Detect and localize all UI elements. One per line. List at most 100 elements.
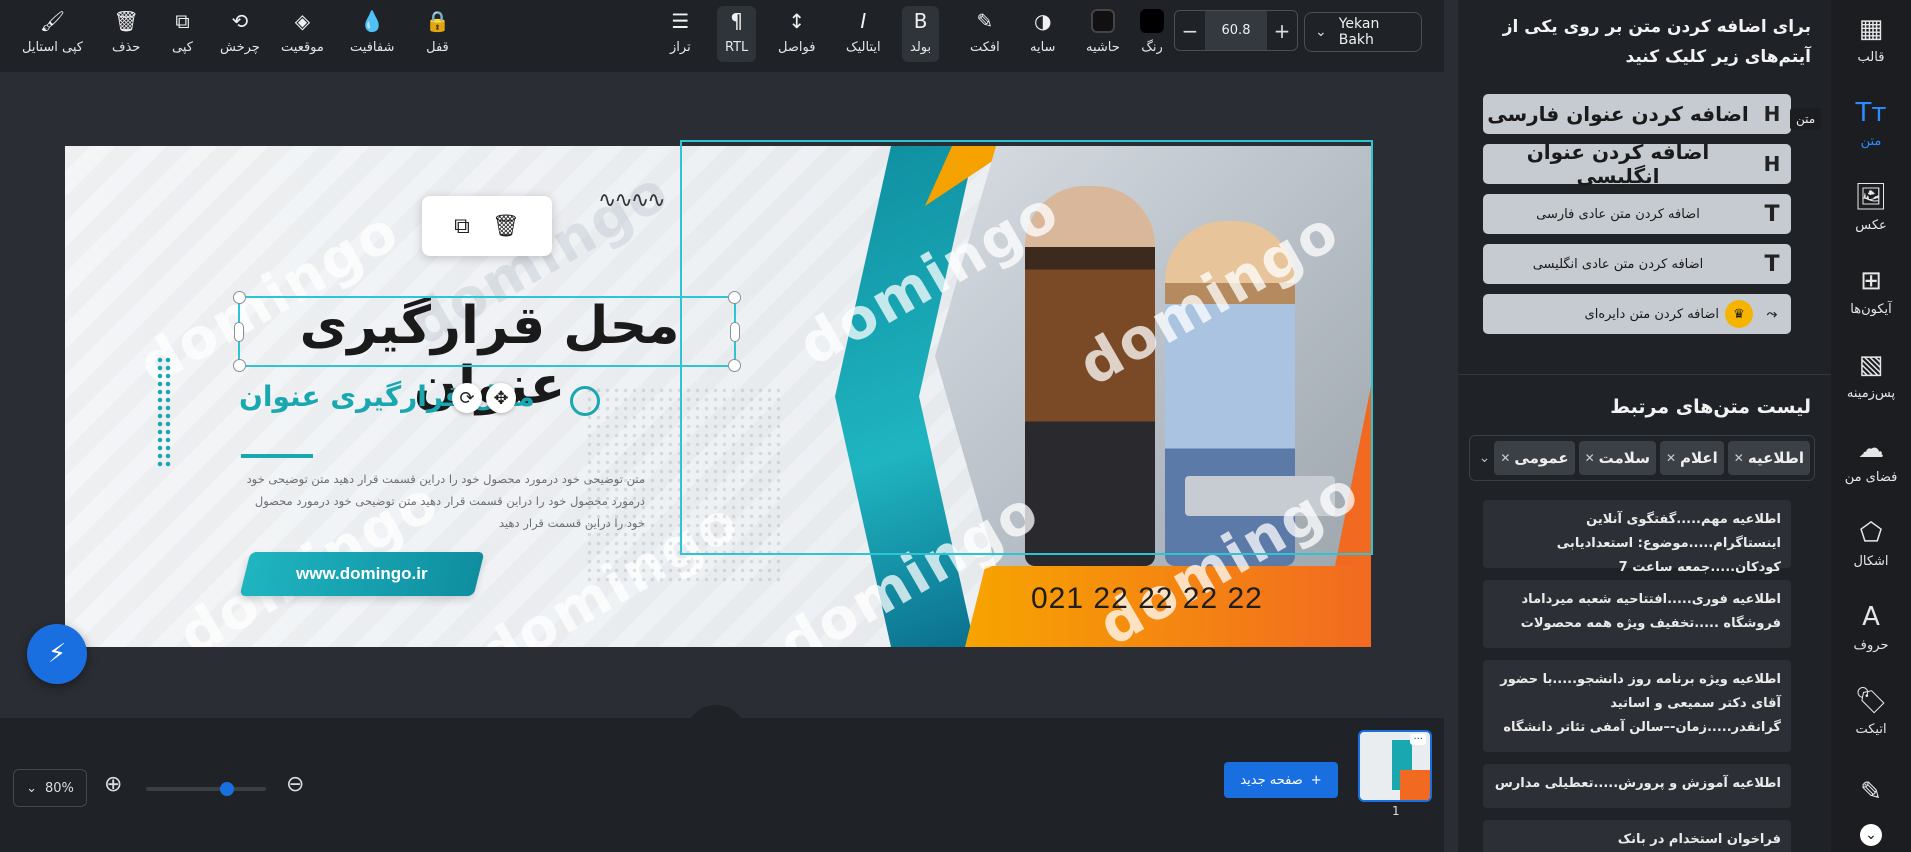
scroll-down-button[interactable]: ⌄ xyxy=(1860,824,1882,846)
list-item[interactable]: اطلاعیه مهم.....گفتگوی آنلاین اینستاگرام… xyxy=(1483,500,1791,575)
nav-sticker[interactable]: 🏷 اتیکت xyxy=(1831,672,1911,750)
bottom-bar: ⌄ 80% ⊕ ⊖ صفحه جدید + ··· 1 xyxy=(0,718,1444,852)
nav-background[interactable]: ▧ پس‌زمینه xyxy=(1831,336,1911,414)
border-icon xyxy=(1090,8,1115,34)
website-badge[interactable]: www.domingo.ir xyxy=(239,552,485,596)
close-icon[interactable]: ✕ xyxy=(1734,451,1744,465)
divider xyxy=(1458,374,1831,375)
opacity-button[interactable]: 💧 شفافیت xyxy=(350,6,394,62)
close-icon[interactable]: ✕ xyxy=(1500,451,1510,465)
rtl-button[interactable]: ¶ RTL xyxy=(717,6,757,62)
move-icon[interactable]: ✥ xyxy=(486,383,516,413)
effect-button[interactable]: ✎ افکت xyxy=(970,6,1000,62)
rotate-button[interactable]: ⟲ چرخش xyxy=(220,6,260,62)
shapes-icon: ⬠ xyxy=(1859,517,1883,548)
nav-rail: ▦ قالب Tт متن 🖼 عکس ⊞ آیکون‌ها ▧ پس‌زمین… xyxy=(1831,0,1911,852)
resize-handle[interactable] xyxy=(728,359,741,372)
nav-letters[interactable]: A حروف xyxy=(1831,588,1911,666)
tag-chip[interactable]: اطلاعیه ✕ xyxy=(1727,441,1810,475)
list-item[interactable]: فراخوان استخدام در بانک xyxy=(1483,820,1791,852)
italic-button[interactable]: I ایتالیک xyxy=(846,6,881,62)
align-button[interactable]: ☰ تراز xyxy=(670,6,691,62)
bold-icon: B xyxy=(913,9,928,33)
more-options-icon[interactable]: ··· xyxy=(1410,734,1426,745)
zoom-slider[interactable] xyxy=(146,782,266,796)
tag-chip[interactable]: اعلام ✕ xyxy=(1659,441,1724,475)
position-button[interactable]: ◈ موقعیت xyxy=(281,6,324,62)
text-panel: برای اضافه کردن متن بر روی یکی از آیتم‌ه… xyxy=(1458,0,1831,852)
resize-handle[interactable] xyxy=(233,359,246,372)
chevron-down-icon[interactable]: ⌄ xyxy=(1473,450,1491,466)
zoom-out-icon[interactable]: ⊖ xyxy=(286,772,304,797)
text-icon: T xyxy=(1764,201,1780,227)
decrease-size-button[interactable]: − xyxy=(1175,19,1205,43)
list-item[interactable]: اطلاعیه فوری.....افتتاحیه شعبه میرداماد … xyxy=(1483,580,1791,648)
nav-icons[interactable]: ⊞ آیکون‌ها xyxy=(1831,252,1911,330)
heading-icon: H xyxy=(1763,152,1781,176)
layers-icon: ◈ xyxy=(294,9,311,33)
copy-icon: ⧉ xyxy=(175,9,190,33)
list-item[interactable]: اطلاعیه ویژه برنامه روز دانشجو.....با حض… xyxy=(1483,660,1791,752)
nav-template[interactable]: ▦ قالب xyxy=(1831,0,1911,78)
chevron-down-icon: ⌄ xyxy=(26,780,37,796)
border-button[interactable]: حاشیه xyxy=(1086,6,1120,62)
collapse-panel-arrow[interactable] xyxy=(1448,395,1456,435)
magic-wand-icon: ⚡ xyxy=(47,639,67,669)
font-family-select[interactable]: ⌄ Yekan Bakh xyxy=(1304,12,1422,52)
shadow-button[interactable]: ◑ سایه xyxy=(1030,6,1055,62)
add-persian-title-button[interactable]: H اضافه کردن عنوان فارسی xyxy=(1483,94,1791,134)
list-item[interactable]: اطلاعیه آموزش و پرورش.....تعطیلی مدارس xyxy=(1483,764,1791,808)
nav-draw[interactable]: ✎ xyxy=(1831,756,1911,834)
tag-chip[interactable]: سلامت ✕ xyxy=(1578,441,1656,475)
resize-handle[interactable] xyxy=(233,291,246,304)
top-toolbar: 🖌 کپی استایل 🗑 حذف ⧉ کپی ⟲ چرخش ◈ موقعیت… xyxy=(0,0,1444,72)
add-english-text-button[interactable]: T اضافه کردن متن عادی انگلیسی xyxy=(1483,244,1791,284)
lock-button[interactable]: 🔒 قفل xyxy=(425,6,450,62)
image-selection-box[interactable] xyxy=(680,140,1373,555)
add-persian-text-button[interactable]: T اضافه کردن متن عادی فارسی xyxy=(1483,194,1791,234)
phone-number[interactable]: 021 22 22 22 22 xyxy=(1031,582,1263,616)
resize-handle[interactable] xyxy=(234,322,244,342)
lock-icon: 🔒 xyxy=(425,9,450,33)
cloud-upload-icon: ☁ xyxy=(1858,433,1884,464)
rotate-icon[interactable]: ⟳ xyxy=(452,383,482,413)
trash-icon[interactable]: 🗑 xyxy=(492,214,520,239)
copy-button[interactable]: ⧉ کپی xyxy=(172,6,193,62)
letters-icon: A xyxy=(1862,601,1880,632)
tag-chip[interactable]: عمومی ✕ xyxy=(1494,441,1575,475)
delete-button[interactable]: 🗑 حذف xyxy=(112,6,140,62)
resize-handle[interactable] xyxy=(730,322,740,342)
magic-wand-button[interactable]: ⚡ xyxy=(27,624,87,684)
rotate-icon: ⟲ xyxy=(231,9,249,33)
banner-description[interactable]: متن توضیحی خود درمورد محصول خود را دراین… xyxy=(237,468,645,534)
nav-text[interactable]: Tт متن xyxy=(1831,84,1911,162)
zoom-in-icon[interactable]: ⊕ xyxy=(104,772,122,797)
close-icon[interactable]: ✕ xyxy=(1666,451,1676,465)
nav-shapes[interactable]: ⬠ اشکال xyxy=(1831,504,1911,582)
color-button[interactable]: رنگ xyxy=(1140,6,1164,62)
spacing-button[interactable]: ↕ فواصل xyxy=(778,6,815,62)
title-selection-box[interactable] xyxy=(233,291,741,372)
increase-size-button[interactable]: + xyxy=(1267,19,1297,43)
copy-style-button[interactable]: 🖌 کپی استایل xyxy=(22,6,83,62)
image-icon: 🖼 xyxy=(1854,181,1888,212)
font-size-stepper: − 60.8 + xyxy=(1174,10,1298,51)
font-size-input[interactable]: 60.8 xyxy=(1205,11,1267,50)
color-icon xyxy=(1140,8,1164,34)
page-thumbnail[interactable]: ··· xyxy=(1358,730,1432,802)
tooltip: متن xyxy=(1790,108,1822,130)
zoom-slider-thumb[interactable] xyxy=(220,782,235,796)
new-page-button[interactable]: صفحه جدید + xyxy=(1224,762,1338,798)
duplicate-icon[interactable]: ⧉ xyxy=(454,214,470,239)
close-icon[interactable]: ✕ xyxy=(1585,451,1595,465)
bold-button[interactable]: B بولد xyxy=(902,6,940,62)
add-english-title-button[interactable]: H اضافه کردن عنوان انگلیسی xyxy=(1483,140,1791,188)
add-circular-text-button[interactable]: ⤳ ♛ اضافه کردن متن دایره‌ای xyxy=(1483,294,1791,334)
zoom-select[interactable]: ⌄ 80% xyxy=(13,769,87,807)
nav-image[interactable]: 🖼 عکس xyxy=(1831,168,1911,246)
nav-my-space[interactable]: ☁ فضای من xyxy=(1831,420,1911,498)
paragraph-icon: ¶ xyxy=(730,9,743,33)
resize-handle[interactable] xyxy=(728,291,741,304)
transform-controls: ⟳ ✥ xyxy=(452,383,516,413)
text-icon: T xyxy=(1764,251,1780,277)
